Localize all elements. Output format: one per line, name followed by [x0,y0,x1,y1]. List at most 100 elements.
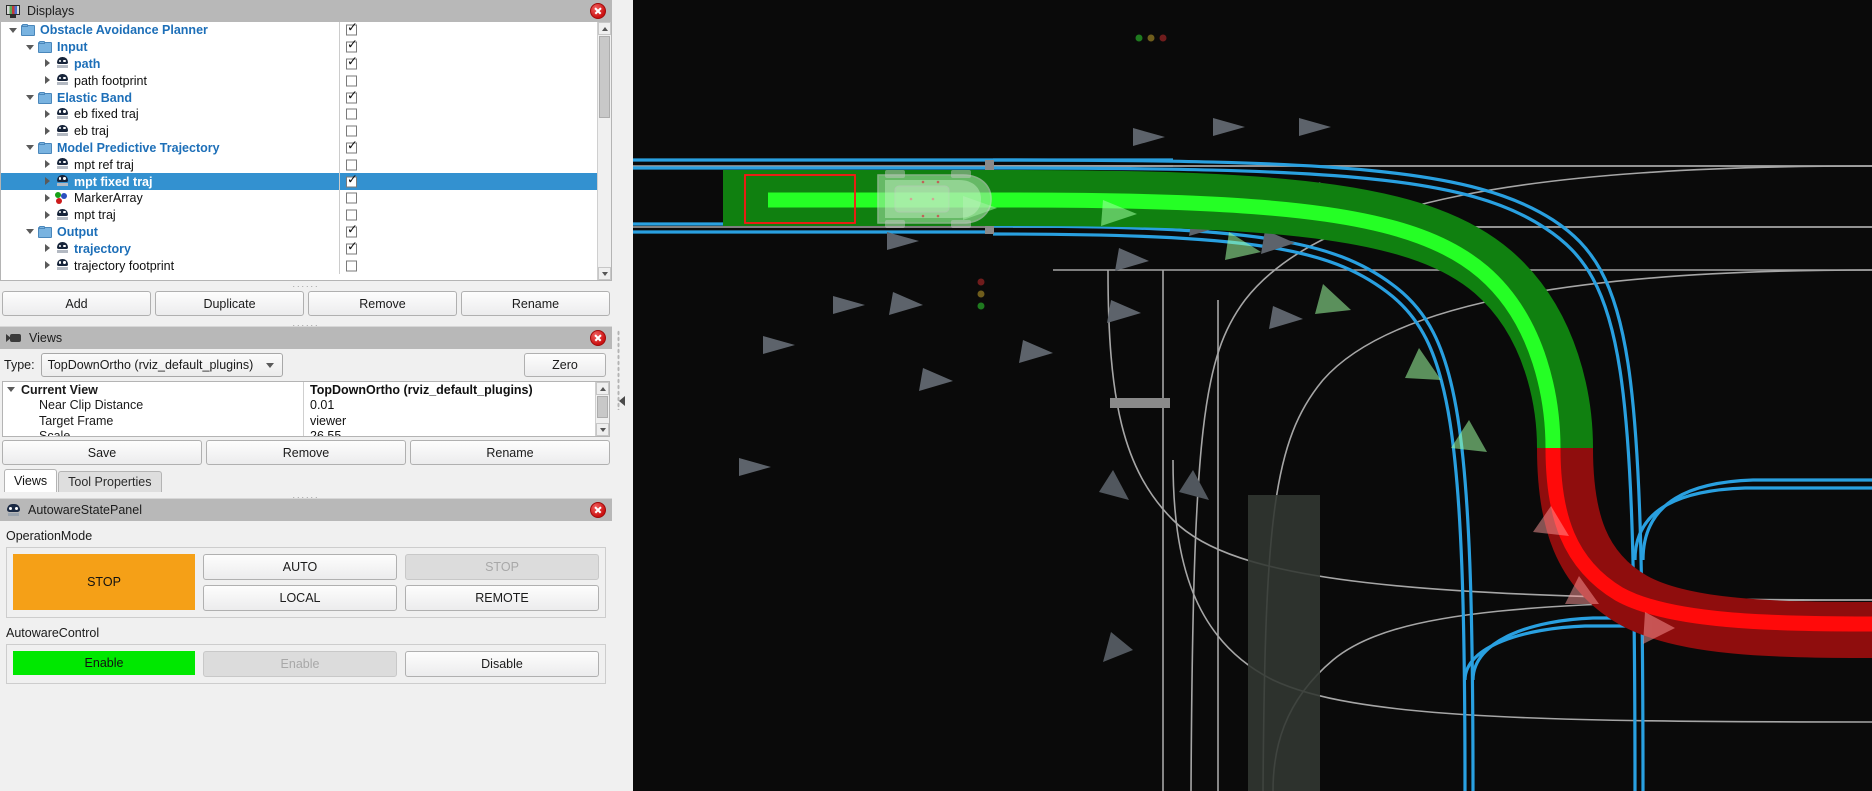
chevron-right-icon[interactable] [43,59,52,68]
property-name: Near Clip Distance [39,398,143,412]
operation-mode-auto-button[interactable]: AUTO [203,554,397,580]
tree-row-mpt-traj[interactable]: mpt traj [1,207,597,224]
close-icon[interactable] [590,3,606,19]
tree-row-model-predictive-trajectory[interactable]: Model Predictive Trajectory [1,140,597,157]
scroll-down-icon[interactable] [596,423,609,436]
chevron-right-icon[interactable] [43,211,52,220]
view-type-select[interactable]: TopDownOrtho (rviz_default_plugins) [41,353,283,377]
tree-row-path-footprint[interactable]: path footprint [1,72,597,89]
autoware-control-status: Enable [13,651,195,675]
chevron-down-icon[interactable] [26,93,35,102]
chevron-down-icon[interactable] [26,227,35,236]
remove-button[interactable]: Remove [308,291,457,316]
tree-item-label: eb fixed traj [74,107,139,121]
collapse-left-dock-icon[interactable] [619,396,625,406]
chevron-down-icon[interactable] [26,43,35,52]
property-name-cell: Current View [3,383,303,397]
tree-row-mpt-fixed-traj[interactable]: mpt fixed traj [1,173,597,190]
scrollbar-thumb[interactable] [597,396,608,418]
rename-view-button[interactable]: Rename [410,440,610,465]
tree-row-markerarray[interactable]: MarkerArray [1,190,597,207]
tree-item-checkbox[interactable] [346,193,357,204]
chevron-right-icon[interactable] [43,110,52,119]
tree-row-input[interactable]: Input [1,39,597,56]
tree-row-mpt-ref-traj[interactable]: mpt ref traj [1,156,597,173]
tree-item-checkbox[interactable] [346,25,357,36]
scrollbar-thumb[interactable] [599,36,610,118]
property-value[interactable]: 0.01 [303,398,595,414]
tree-row-trajectory-footprint[interactable]: trajectory footprint [1,257,597,274]
tree-checkbox-cell [339,56,597,73]
autoware-control-disable-button[interactable]: Disable [405,651,599,677]
property-row[interactable]: Scale26.55 [3,429,595,438]
tree-row-eb-fixed-traj[interactable]: eb fixed traj [1,106,597,123]
operation-mode-remote-button[interactable]: REMOTE [405,585,599,611]
scroll-up-icon[interactable] [596,382,609,395]
scroll-up-icon[interactable] [598,22,611,35]
remove-view-button[interactable]: Remove [206,440,406,465]
displays-tree-scrollbar[interactable] [597,22,611,280]
zero-button[interactable]: Zero [524,353,606,377]
tree-item-checkbox[interactable] [346,42,357,53]
dock-splitter[interactable] [612,0,634,791]
tree-item-checkbox[interactable] [346,58,357,69]
duplicate-button[interactable]: Duplicate [155,291,304,316]
autoware-control-enable-button[interactable]: Enable [203,651,397,677]
chevron-right-icon[interactable] [43,160,52,169]
tree-row-elastic-band[interactable]: Elastic Band [1,89,597,106]
tree-item-checkbox[interactable] [346,159,357,170]
tree-item-checkbox[interactable] [346,243,357,254]
chevron-right-icon[interactable] [43,127,52,136]
tree-row-eb-traj[interactable]: eb traj [1,123,597,140]
view-type-label: Type: [4,358,35,372]
property-value[interactable]: TopDownOrtho (rviz_default_plugins) [303,382,595,398]
tree-item-checkbox[interactable] [346,210,357,221]
tree-row-obstacle-avoidance-planner[interactable]: Obstacle Avoidance Planner [1,22,597,39]
add-button[interactable]: Add [2,291,151,316]
tree-item-checkbox[interactable] [346,176,357,187]
rviz-3d-render-view[interactable] [633,0,1872,791]
tab-views[interactable]: Views [4,469,57,492]
chevron-right-icon[interactable] [43,177,52,186]
view-type-row: Type: TopDownOrtho (rviz_default_plugins… [0,349,612,381]
scroll-down-icon[interactable] [598,267,611,280]
topic-icon [55,209,69,222]
chevron-right-icon[interactable] [43,261,52,270]
view-properties-scrollbar[interactable] [595,382,609,436]
chevron-right-icon[interactable] [43,244,52,253]
tree-row-trajectory[interactable]: trajectory [1,240,597,257]
close-icon[interactable] [590,330,606,346]
tree-item-checkbox[interactable] [346,92,357,103]
operation-mode-local-button[interactable]: LOCAL [203,585,397,611]
views-tabbar: Views Tool Properties [0,470,612,492]
tree-item-checkbox[interactable] [346,226,357,237]
operation-mode-stop-button[interactable]: STOP [405,554,599,580]
chevron-right-icon[interactable] [43,76,52,85]
rviz-main-window: Displays Obstacle Avoidance PlannerInput… [0,0,1872,791]
tree-item-checkbox[interactable] [346,75,357,86]
tree-item-checkbox[interactable] [346,142,357,153]
view-properties-table[interactable]: Current ViewTopDownOrtho (rviz_default_p… [2,381,610,437]
property-name-cell: Target Frame [3,414,303,428]
tree-item-checkbox[interactable] [346,126,357,137]
tree-checkbox-cell [339,190,597,207]
rename-button[interactable]: Rename [461,291,610,316]
tree-item-checkbox[interactable] [346,260,357,271]
close-icon[interactable] [590,502,606,518]
chevron-down-icon[interactable] [9,26,18,35]
operation-mode-status: STOP [13,554,195,610]
chevron-down-icon[interactable] [26,143,35,152]
tree-row-output[interactable]: Output [1,224,597,241]
tree-row-path[interactable]: path [1,56,597,73]
save-button[interactable]: Save [2,440,202,465]
property-value[interactable]: 26.55 [303,429,595,438]
tab-tool-properties[interactable]: Tool Properties [58,471,161,492]
chevron-right-icon[interactable] [43,194,52,203]
displays-tree[interactable]: Obstacle Avoidance PlannerInputpathpath … [0,22,612,281]
chevron-down-icon[interactable] [7,385,17,394]
property-row[interactable]: Near Clip Distance 0.01 [3,398,595,414]
property-row[interactable]: Current ViewTopDownOrtho (rviz_default_p… [3,382,595,398]
property-value[interactable]: viewer [303,413,595,429]
tree-item-checkbox[interactable] [346,109,357,120]
property-row[interactable]: Target Frameviewer [3,413,595,429]
